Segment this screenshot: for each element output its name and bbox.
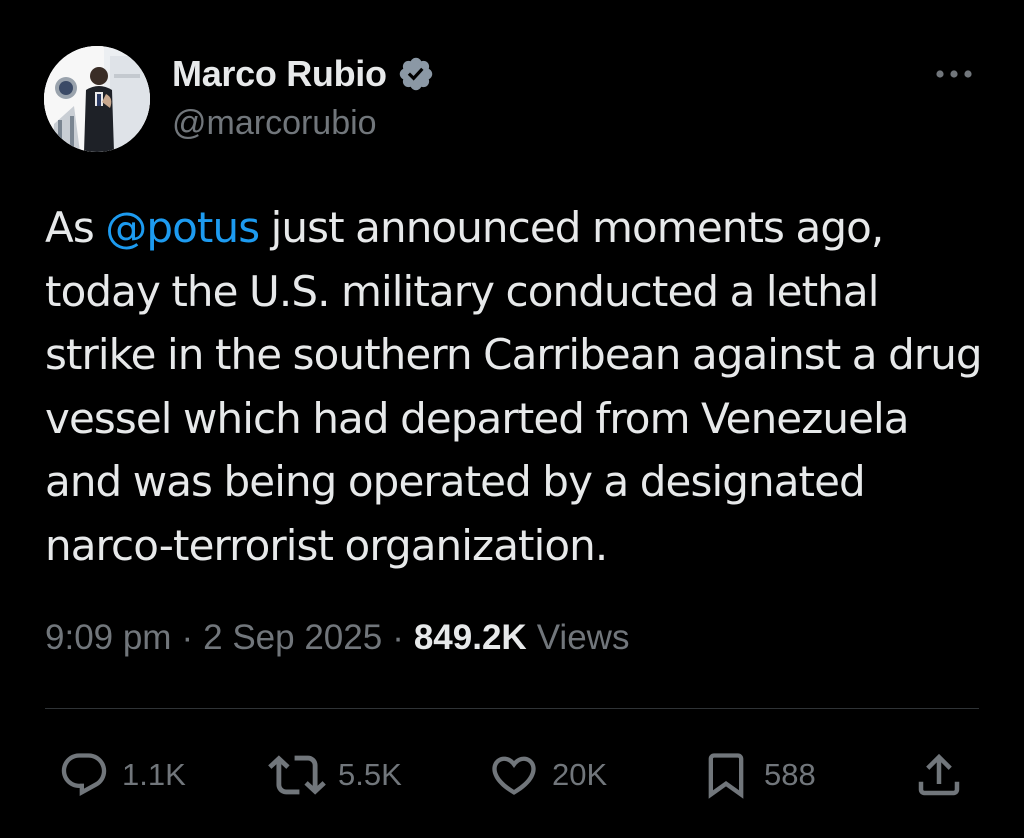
like-button[interactable]: 20K [488,748,607,802]
tweet-text-body: just announced moments ago, today the U.… [45,203,983,570]
views-count[interactable]: 849.2K [414,618,527,658]
avatar-image [44,46,150,152]
more-dots-icon [936,70,972,78]
reply-icon [61,753,107,797]
reply-count: 1.1K [122,757,186,792]
views-label: Views [536,618,630,657]
share-button[interactable] [912,748,966,802]
repost-button[interactable]: 5.5K [268,748,402,802]
author-handle[interactable]: @marcorubio [172,104,377,143]
verified-badge-icon[interactable] [397,55,435,93]
author-display-name[interactable]: Marco Rubio [172,53,387,95]
more-options-button[interactable] [930,58,978,90]
meta-separator: · [392,618,404,657]
repost-count: 5.5K [338,757,402,792]
tweet-text-lead: As [45,203,106,252]
bookmark-icon [708,753,744,799]
heart-icon [492,756,536,795]
like-count: 20K [552,757,608,792]
tweet-time[interactable]: 9:09 pm [45,618,171,658]
repost-icon [268,755,326,795]
tweet-text: As @potus just announced moments ago, to… [45,196,985,577]
tweet-date[interactable]: 2 Sep 2025 [203,618,382,658]
tweet-meta: 9:09 pm · 2 Sep 2025 · 849.2K Views [45,615,629,661]
meta-separator: · [181,618,194,657]
share-icon [918,753,960,796]
bookmark-button[interactable]: 588 [700,748,816,802]
author-name-row[interactable]: Marco Rubio [172,53,435,95]
avatar[interactable] [44,46,150,152]
divider [45,708,979,709]
reply-button[interactable]: 1.1K [58,748,186,802]
mention-link[interactable]: @potus [105,203,260,252]
tweet-detail: Marco Rubio @marcorubio As @potus just a… [0,0,1024,838]
bookmark-count: 588 [764,757,816,792]
